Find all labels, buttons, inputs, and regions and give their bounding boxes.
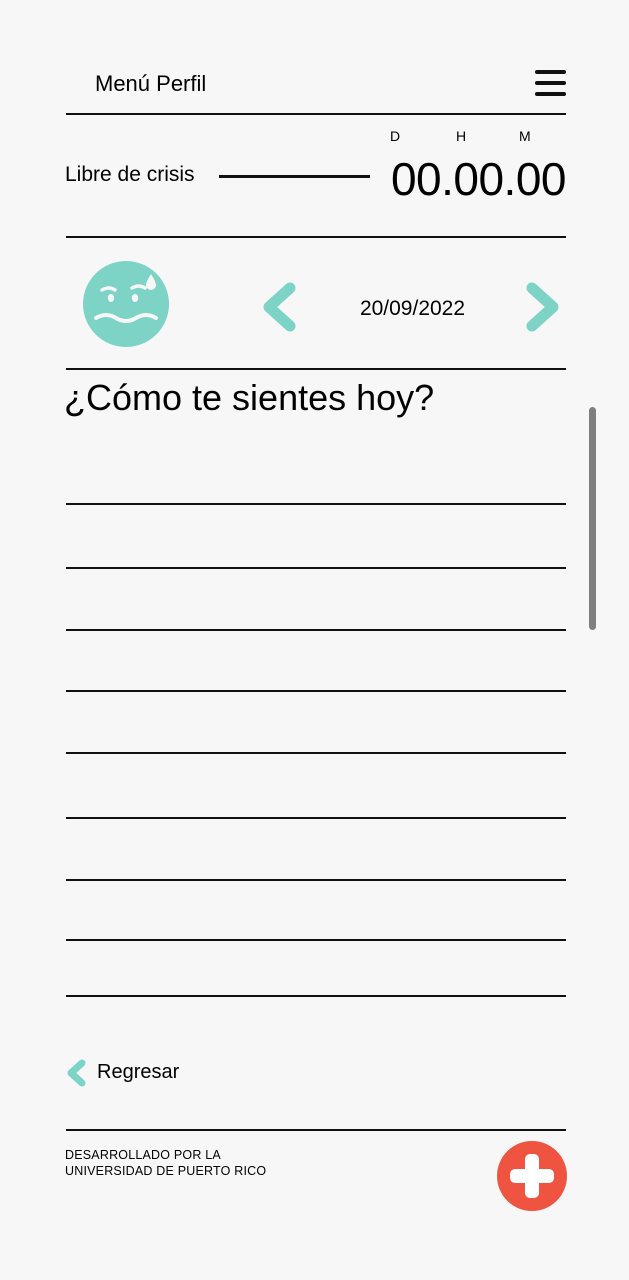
credit-line-1: DESARROLLADO POR LA (65, 1148, 221, 1162)
scrollbar[interactable] (589, 407, 596, 630)
back-label[interactable]: Regresar (97, 1059, 179, 1085)
journal-writing-line[interactable] (66, 939, 566, 941)
divider (66, 236, 566, 238)
journal-writing-line[interactable] (66, 503, 566, 505)
journal-writing-line[interactable] (66, 879, 566, 881)
divider (66, 1129, 566, 1131)
emergency-plus-button[interactable] (497, 1141, 567, 1211)
selected-date: 20/09/2022 (359, 297, 466, 320)
journal-writing-line[interactable] (66, 690, 566, 692)
journal-writing-line[interactable] (66, 995, 566, 997)
worried-sweat-face-icon[interactable] (82, 260, 170, 348)
divider (66, 368, 566, 370)
crisis-free-timer-value: 00.00.00 (390, 153, 567, 205)
hamburger-menu-icon[interactable] (535, 68, 567, 98)
journal-writing-line[interactable] (66, 752, 566, 754)
divider (66, 113, 566, 115)
journal-writing-line[interactable] (66, 817, 566, 819)
back-chevron-icon (67, 1059, 86, 1087)
timer-days-label: D (390, 128, 401, 144)
page-title: Menú Perfil (95, 71, 207, 96)
credit-line-2: UNIVERSIDAD DE PUERTO RICO (65, 1164, 267, 1178)
journal-writing-line[interactable] (66, 567, 566, 569)
previous-date-chevron-icon[interactable] (259, 280, 299, 334)
credit-text: DESARROLLADO POR LA UNIVERSIDAD DE PUERT… (65, 1147, 266, 1179)
journal-writing-line[interactable] (66, 629, 566, 631)
plus-icon-vertical (525, 1154, 539, 1198)
timer-hours-label: H (456, 128, 467, 144)
crisis-free-label: Libre de crisis (65, 163, 195, 186)
crisis-free-connector-line (219, 175, 370, 178)
next-date-chevron-icon[interactable] (523, 280, 563, 334)
timer-minutes-label: M (519, 128, 531, 144)
journal-question: ¿Cómo te sientes hoy? (64, 377, 435, 418)
